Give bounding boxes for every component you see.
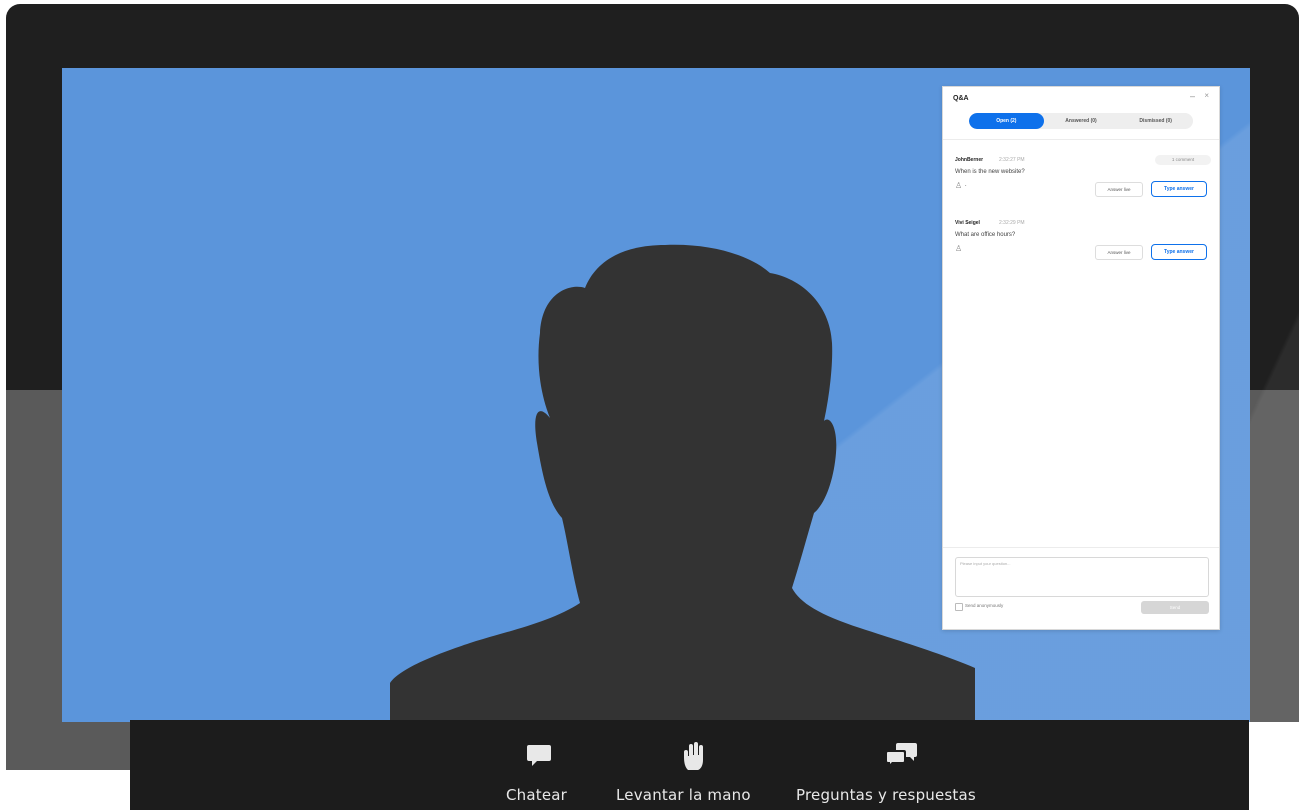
question-input[interactable]: Please input your question... [955,557,1209,597]
close-icon[interactable]: × [1204,91,1209,100]
tab-answered[interactable]: Answered (0) [1044,113,1119,129]
upvote-icon[interactable]: ♙ [955,244,962,253]
tab-dismissed[interactable]: Dismissed (0) [1118,113,1193,129]
question-author: Vivi Seigel [955,220,980,226]
question-input-placeholder: Please input your question... [960,561,1011,566]
question-time: 2:32:29 PM [999,220,1025,226]
anonymous-label: Send anonymously [965,603,1004,608]
raise-hand-icon [684,742,703,770]
question-item: Vivi Seigel 2:32:29 PM What are office h… [955,220,1211,280]
page-background-corner [1249,722,1299,810]
qa-tabs: Open (2) Answered (0) Dismissed (0) [969,113,1193,129]
send-button[interactable]: Send [1141,601,1209,614]
question-author: JohnBerner [955,157,984,163]
qa-button[interactable]: Preguntas y respuestas [796,720,1010,810]
answer-live-button[interactable]: Answer live [1095,182,1143,197]
type-answer-button[interactable]: Type answer [1151,181,1207,197]
meeting-toolbar: Chatear Levantar la mano Preguntas y res… [130,720,1249,810]
qa-label: Preguntas y respuestas [796,786,976,804]
participant-silhouette [390,244,975,722]
chat-button[interactable]: Chatear [498,720,588,810]
minimize-icon[interactable]: – [1190,91,1195,101]
raise-hand-label: Levantar la mano [616,786,751,804]
qa-bubbles-icon [885,743,917,768]
chat-label: Chatear [506,786,568,804]
tab-open[interactable]: Open (2) [969,113,1044,129]
answer-live-button[interactable]: Answer live [1095,245,1143,260]
comment-count-badge[interactable]: 1 comment [1155,155,1211,165]
question-text: What are office hours? [955,232,1016,238]
qa-panel: Q&A – × Open (2) Answered (0) Dismissed … [942,86,1220,630]
type-answer-button[interactable]: Type answer [1151,244,1207,260]
qa-input-divider [943,547,1219,548]
qa-panel-title: Q&A [953,95,969,102]
anonymous-checkbox[interactable] [955,603,963,611]
question-text: When is the new website? [955,169,1025,175]
question-item: JohnBerner 2:32:27 PM 1 comment When is … [955,155,1211,217]
qa-divider [943,139,1219,140]
raise-hand-button[interactable]: Levantar la mano [608,720,778,810]
chat-bubble-icon [527,745,551,766]
question-time: 2:32:27 PM [999,157,1025,163]
upvote-icon[interactable]: ♙ · [955,181,967,190]
